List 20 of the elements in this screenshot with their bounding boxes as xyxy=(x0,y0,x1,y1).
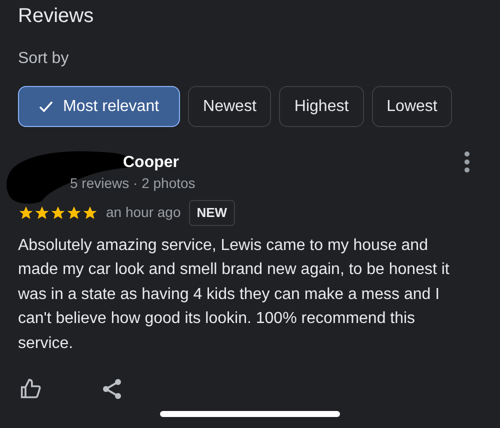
sort-chip[interactable]: Most relevant xyxy=(18,86,180,127)
thumbs-up-icon[interactable] xyxy=(20,378,42,400)
review-time: an hour ago xyxy=(106,203,181,222)
reviewer-name[interactable]: Cooper xyxy=(123,154,179,171)
reviewer-stats: 5 reviews · 2 photos xyxy=(70,175,196,191)
new-badge: NEW xyxy=(188,200,236,226)
sort-chip[interactable]: Highest xyxy=(279,86,364,127)
more-options-icon[interactable] xyxy=(464,151,470,173)
check-icon xyxy=(39,101,53,112)
sort-label: Sort by xyxy=(18,50,69,67)
sort-chip[interactable]: Lowest xyxy=(372,86,452,127)
share-icon[interactable] xyxy=(102,378,122,400)
star-icon xyxy=(82,204,98,221)
review-text: Absolutely amazing service, Lewis came to my house and made my car look and smell brand new again, to be honest it was in a state as having 4 kids they can make a mess and I can't believe how good its lookin. 100% recommend this service. xyxy=(18,236,450,354)
star-icon xyxy=(18,204,34,221)
star-icon xyxy=(50,204,66,221)
star-icon xyxy=(34,204,50,221)
section-title: Reviews xyxy=(18,4,94,29)
star-icon xyxy=(66,204,82,221)
sort-chip[interactable]: Newest xyxy=(188,86,272,127)
